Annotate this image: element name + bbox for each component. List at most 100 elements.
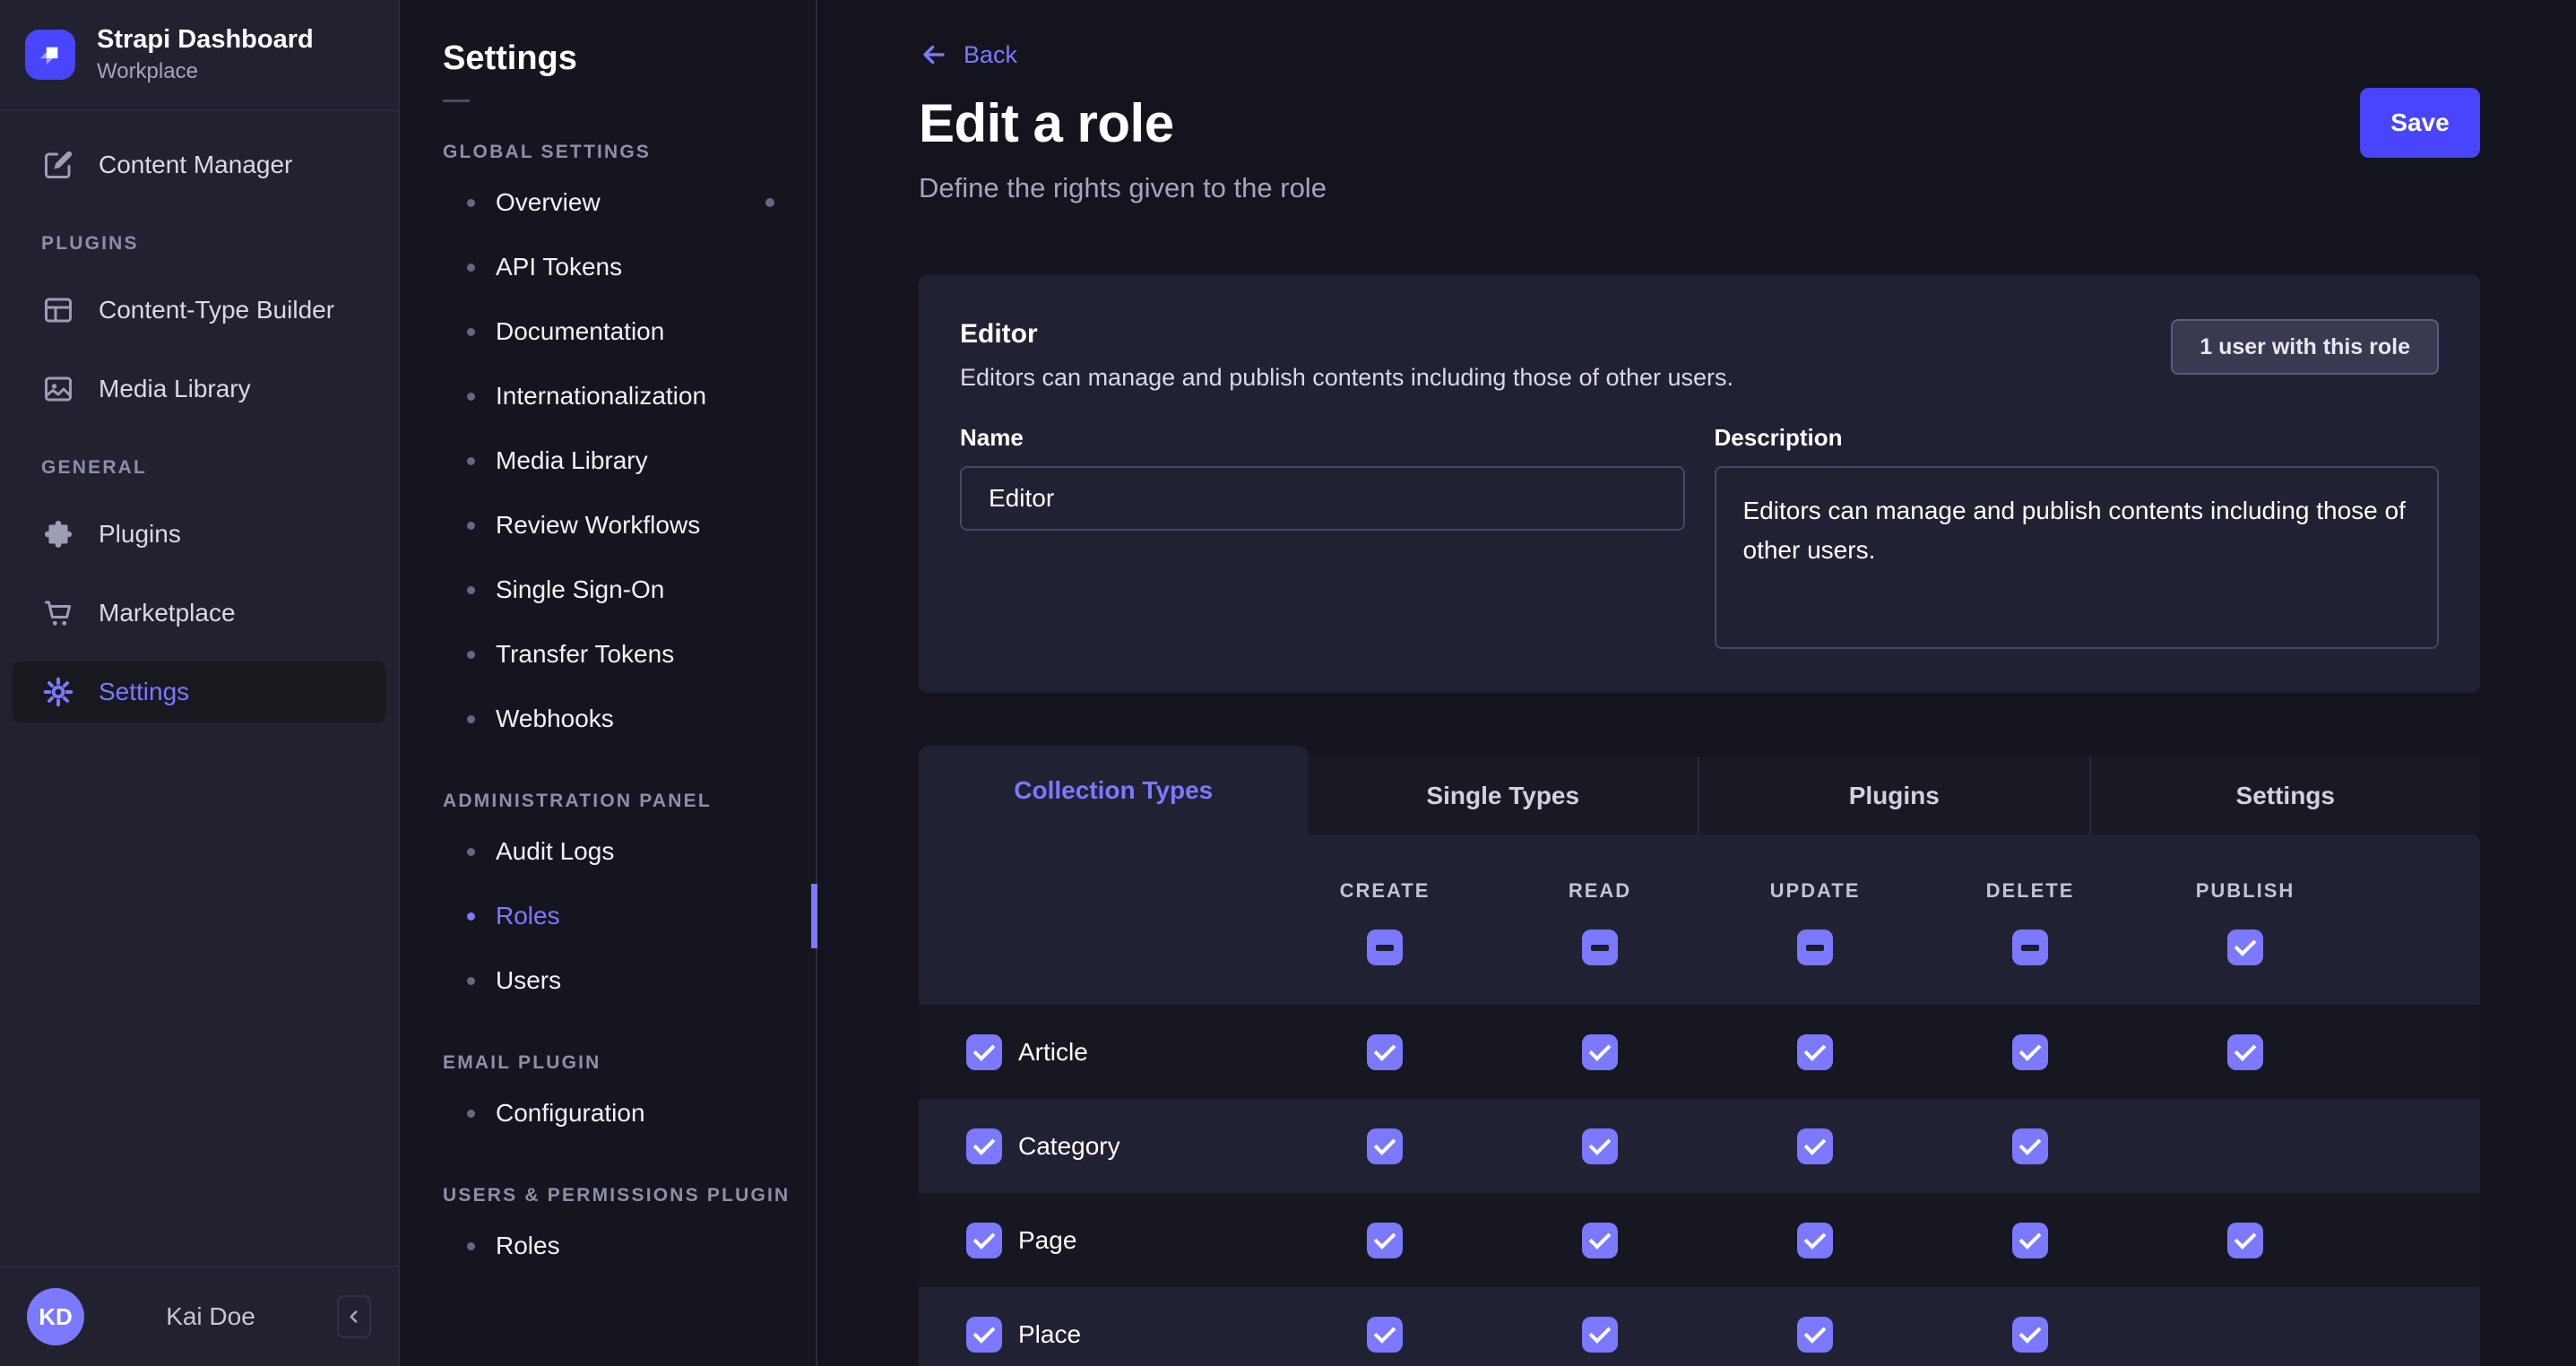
- table-row-article: Article: [919, 1005, 2480, 1099]
- article-update-checkbox[interactable]: [1797, 1034, 1833, 1070]
- grid-icon: [41, 293, 75, 327]
- content-type-label: Page: [1018, 1226, 1076, 1255]
- column-header-read: READ: [1569, 879, 1631, 903]
- brand[interactable]: Strapi Dashboard Workplace: [0, 0, 398, 111]
- select-all-publish-checkbox[interactable]: [2227, 929, 2263, 965]
- subnav-item-media-library[interactable]: Media Library: [400, 428, 816, 493]
- subnav-item-up-roles[interactable]: Roles: [400, 1214, 816, 1278]
- article-delete-checkbox[interactable]: [2012, 1034, 2048, 1070]
- subnav-item-documentation[interactable]: Documentation: [400, 299, 816, 364]
- sidebar-item-media-library[interactable]: Media Library: [13, 359, 385, 419]
- content-type-label: Category: [1018, 1132, 1120, 1161]
- save-button[interactable]: Save: [2360, 88, 2480, 158]
- notification-dot-icon: [765, 198, 774, 207]
- sidebar-item-marketplace[interactable]: Marketplace: [13, 583, 385, 644]
- subnav-section-email-plugin: EMAIL PLUGIN: [443, 1052, 816, 1074]
- subnav-item-single-sign-on[interactable]: Single Sign-On: [400, 558, 816, 622]
- tab-plugins[interactable]: Plugins: [1698, 756, 2089, 834]
- column-header-update: UPDATE: [1770, 879, 1861, 903]
- permissions-panel: CREATE READ UPDATE DELETE PUBLISH: [919, 834, 2480, 1366]
- page-publish-checkbox[interactable]: [2227, 1223, 2263, 1258]
- role-card-heading: Editor Editors can manage and publish co…: [960, 319, 1733, 392]
- sidebar-item-label: Plugins: [99, 520, 181, 549]
- sidebar-item-content-type-builder[interactable]: Content-Type Builder: [13, 280, 385, 341]
- role-description-text: Editors can manage and publish contents …: [960, 364, 1733, 392]
- subnav-title: Settings: [443, 39, 816, 78]
- sidebar-item-label: Content-Type Builder: [99, 296, 334, 324]
- bullet-icon: [467, 328, 475, 336]
- collapse-sidebar-button[interactable]: [337, 1295, 371, 1338]
- subnav-item-webhooks[interactable]: Webhooks: [400, 687, 816, 751]
- main-content: Back Edit a role Save Define the rights …: [817, 0, 2576, 1366]
- name-field-group: Name: [960, 424, 1685, 653]
- arrow-left-icon: [919, 39, 949, 70]
- subnav-item-overview[interactable]: Overview: [400, 170, 816, 235]
- page-update-checkbox[interactable]: [1797, 1223, 1833, 1258]
- place-update-checkbox[interactable]: [1797, 1317, 1833, 1353]
- tab-single-types[interactable]: Single Types: [1309, 756, 1699, 834]
- subnav-item-users[interactable]: Users: [400, 948, 816, 1013]
- back-link[interactable]: Back: [919, 39, 1017, 70]
- bullet-icon: [467, 848, 475, 856]
- column-header-publish: PUBLISH: [2196, 879, 2295, 903]
- sidebar-section-plugins: PLUGINS: [41, 233, 398, 255]
- bullet-icon: [467, 1110, 475, 1118]
- subnav-item-transfer-tokens[interactable]: Transfer Tokens: [400, 622, 816, 687]
- row-name-cell: Place: [919, 1317, 1277, 1353]
- subnav-item-internationalization[interactable]: Internationalization: [400, 364, 816, 428]
- row-select-checkbox[interactable]: [966, 1317, 1002, 1353]
- row-name-cell: Article: [919, 1034, 1277, 1070]
- name-input[interactable]: [960, 466, 1685, 531]
- bullet-icon: [467, 264, 475, 272]
- strapi-logo-icon: [25, 30, 75, 80]
- subnav-item-api-tokens[interactable]: API Tokens: [400, 235, 816, 299]
- select-all-create-checkbox[interactable]: [1367, 929, 1403, 965]
- settings-subnav: Settings GLOBAL SETTINGS Overview API To…: [400, 0, 817, 1366]
- subnav-item-roles[interactable]: Roles: [400, 884, 816, 948]
- role-details-card: Editor Editors can manage and publish co…: [919, 274, 2480, 693]
- content-type-label: Article: [1018, 1038, 1088, 1067]
- description-textarea[interactable]: Editors can manage and publish contents …: [1715, 466, 2440, 649]
- tab-settings[interactable]: Settings: [2089, 756, 2481, 834]
- place-create-checkbox[interactable]: [1367, 1317, 1403, 1353]
- description-field-group: Description Editors can manage and publi…: [1715, 424, 2440, 653]
- place-delete-checkbox[interactable]: [2012, 1317, 2048, 1353]
- sidebar-item-content-manager[interactable]: Content Manager: [13, 134, 385, 195]
- category-create-checkbox[interactable]: [1367, 1128, 1403, 1164]
- select-all-read-checkbox[interactable]: [1582, 929, 1618, 965]
- role-card-header: Editor Editors can manage and publish co…: [960, 319, 2439, 392]
- subnav-section-users-permissions-plugin: USERS & PERMISSIONS PLUGIN: [443, 1185, 816, 1206]
- row-select-checkbox[interactable]: [966, 1223, 1002, 1258]
- sidebar-item-plugins[interactable]: Plugins: [13, 504, 385, 565]
- users-with-role-button[interactable]: 1 user with this role: [2171, 319, 2439, 375]
- bullet-icon: [467, 393, 475, 401]
- subnav-item-audit-logs[interactable]: Audit Logs: [400, 819, 816, 884]
- article-read-checkbox[interactable]: [1582, 1034, 1618, 1070]
- category-delete-checkbox[interactable]: [2012, 1128, 2048, 1164]
- app-title: Strapi Dashboard: [97, 25, 314, 55]
- tab-collection-types[interactable]: Collection Types: [919, 746, 1309, 834]
- row-name-cell: Page: [919, 1223, 1277, 1258]
- row-select-checkbox[interactable]: [966, 1128, 1002, 1164]
- main-sidebar: Strapi Dashboard Workplace Content Manag…: [0, 0, 400, 1366]
- place-read-checkbox[interactable]: [1582, 1317, 1618, 1353]
- article-create-checkbox[interactable]: [1367, 1034, 1403, 1070]
- select-all-delete-checkbox[interactable]: [2012, 929, 2048, 965]
- page-read-checkbox[interactable]: [1582, 1223, 1618, 1258]
- page-create-checkbox[interactable]: [1367, 1223, 1403, 1258]
- page-delete-checkbox[interactable]: [2012, 1223, 2048, 1258]
- article-publish-checkbox[interactable]: [2227, 1034, 2263, 1070]
- user-name: Kai Doe: [84, 1302, 337, 1331]
- bullet-icon: [467, 522, 475, 530]
- chevron-left-icon: [342, 1305, 366, 1328]
- row-select-checkbox[interactable]: [966, 1034, 1002, 1070]
- avatar[interactable]: KD: [27, 1288, 84, 1345]
- select-all-update-checkbox[interactable]: [1797, 929, 1833, 965]
- cart-icon: [41, 596, 75, 630]
- sidebar-item-settings[interactable]: Settings: [13, 661, 385, 722]
- category-update-checkbox[interactable]: [1797, 1128, 1833, 1164]
- category-read-checkbox[interactable]: [1582, 1128, 1618, 1164]
- subnav-item-configuration[interactable]: Configuration: [400, 1081, 816, 1146]
- subnav-item-review-workflows[interactable]: Review Workflows: [400, 493, 816, 558]
- role-name-heading: Editor: [960, 319, 1733, 350]
